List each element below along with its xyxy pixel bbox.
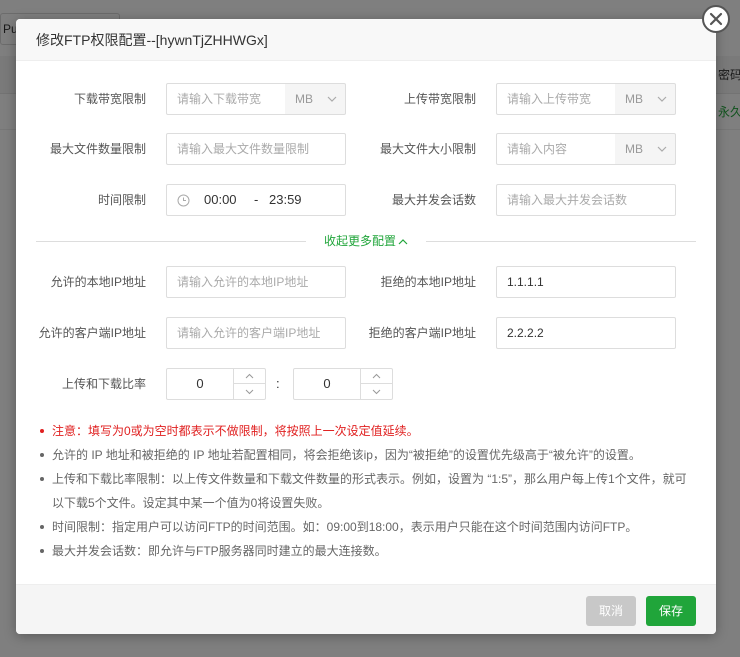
deny-client-ip-input[interactable]: 2.2.2.2 <box>496 317 676 349</box>
download-limit-input[interactable]: 请输入下载带宽 <box>166 83 286 115</box>
allow-client-ip-input[interactable]: 请输入允许的客户端IP地址 <box>166 317 346 349</box>
upload-limit-input[interactable]: 请输入上传带宽 <box>496 83 616 115</box>
max-file-size-input[interactable]: 请输入内容 <box>496 133 616 165</box>
note-item: 允许的 IP 地址和被拒绝的 IP 地址若配置相同，将会拒绝该ip，因为“被拒绝… <box>38 443 698 467</box>
download-unit-value: MB <box>295 92 313 106</box>
download-unit-select[interactable]: MB <box>285 83 346 115</box>
ftp-permission-dialog: 修改FTP权限配置--[hywnTjZHHWGx] 下载带宽限制 请输入下载带宽… <box>16 19 716 634</box>
chevron-down-icon <box>245 389 254 394</box>
chevron-up-icon <box>372 373 381 379</box>
time-limit-label: 时间限制 <box>97 193 146 207</box>
note-item: 最大并发会话数：即允许与FTP服务器同时建立的最大连接数。 <box>38 539 698 563</box>
dialog-footer: 取消 保存 <box>16 584 716 634</box>
close-icon <box>709 12 723 26</box>
chevron-up-icon <box>245 373 254 379</box>
download-limit-label: 下载带宽限制 <box>73 92 146 106</box>
deny-client-ip-label: 拒绝的客户端IP地址 <box>368 326 476 340</box>
upload-ratio-stepper[interactable]: 0 <box>166 368 266 400</box>
upload-limit-label: 上传带宽限制 <box>403 92 476 106</box>
file-size-unit-select[interactable]: MB <box>615 133 676 165</box>
upload-ratio-value[interactable]: 0 <box>167 369 233 399</box>
allow-local-ip-input[interactable]: 请输入允许的本地IP地址 <box>166 266 346 298</box>
collapse-toggle-label: 收起更多配置 <box>323 234 396 248</box>
upload-unit-value: MB <box>625 92 643 106</box>
decrement-button[interactable] <box>234 384 265 399</box>
ratio-label: 上传和下载比率 <box>61 377 146 391</box>
chevron-down-icon <box>372 389 381 394</box>
deny-local-ip-label: 拒绝的本地IP地址 <box>380 275 476 289</box>
ratio-separator: : <box>276 376 280 391</box>
note-item: 注意：填写为0或为空时都表示不做限制，将按照上一次设定值延续。 <box>38 419 698 443</box>
note-item-continuation: 以下载5个文件。设定其中某一个值为0将设置失败。 <box>52 496 330 510</box>
allow-client-ip-label: 允许的客户端IP地址 <box>38 326 146 340</box>
save-button[interactable]: 保存 <box>646 596 696 626</box>
file-size-unit-value: MB <box>625 142 643 156</box>
dialog-title: 修改FTP权限配置--[hywnTjZHHWGx] <box>16 19 716 61</box>
collapse-more-config-toggle[interactable]: 收起更多配置 <box>306 232 426 250</box>
decrement-button[interactable] <box>361 384 392 399</box>
upload-unit-select[interactable]: MB <box>615 83 676 115</box>
max-file-size-label: 最大文件大小限制 <box>379 142 476 156</box>
chevron-down-icon <box>657 146 667 152</box>
deny-local-ip-input[interactable]: 1.1.1.1 <box>496 266 676 298</box>
download-ratio-value[interactable]: 0 <box>294 369 360 399</box>
download-ratio-stepper[interactable]: 0 <box>293 368 393 400</box>
note-item: 上传和下载比率限制：以上传文件数量和下载文件数量的形式表示。例如，设置为 “1:… <box>38 467 698 491</box>
time-start[interactable]: 00:00 <box>204 185 237 215</box>
time-range-picker[interactable]: 00:00 - 23:59 <box>166 184 346 216</box>
allow-local-ip-label: 允许的本地IP地址 <box>50 275 146 289</box>
chevron-down-icon <box>327 96 337 102</box>
note-item: 时间限制：指定用户可以访问FTP的时间范围。如：09:00到18:00，表示用户… <box>38 515 698 539</box>
close-dialog-button[interactable] <box>702 5 730 33</box>
chevron-up-icon <box>398 238 408 245</box>
max-sessions-label: 最大并发会话数 <box>391 193 476 207</box>
chevron-down-icon <box>657 96 667 102</box>
cancel-button[interactable]: 取消 <box>586 596 636 626</box>
time-separator: - <box>254 192 259 207</box>
max-files-label: 最大文件数量限制 <box>49 142 146 156</box>
max-sessions-input[interactable]: 请输入最大并发会话数 <box>496 184 676 216</box>
increment-button[interactable] <box>234 369 265 384</box>
help-notes: 注意：填写为0或为空时都表示不做限制，将按照上一次设定值延续。 允许的 IP 地… <box>38 419 698 563</box>
time-end[interactable]: 23:59 <box>269 185 302 215</box>
max-files-input[interactable]: 请输入最大文件数量限制 <box>166 133 346 165</box>
increment-button[interactable] <box>361 369 392 384</box>
clock-icon <box>177 194 190 207</box>
